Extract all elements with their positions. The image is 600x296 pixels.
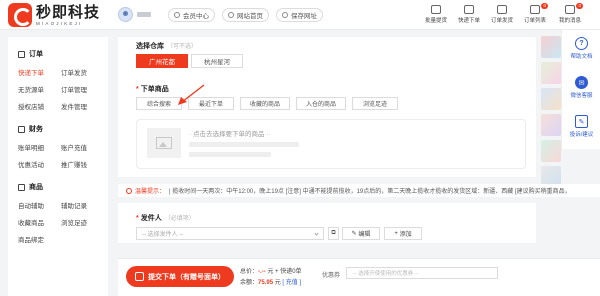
notice-text: | 揽收时间一天两次：中午12:00，晚上19点 [注意] 中通不能提前揽收，1… xyxy=(169,189,571,195)
bookmark-icon xyxy=(282,12,288,18)
info-icon xyxy=(126,187,132,194)
brand-subtitle: MIAOJIKEJI xyxy=(36,21,83,26)
recommend-thumb[interactable] xyxy=(541,36,561,58)
sidebar-item-auto-assist[interactable]: 自动辅助 xyxy=(18,200,44,210)
nav-home[interactable]: 网站首页 xyxy=(222,8,269,22)
sidebar-item-no-source[interactable]: 无货源单 xyxy=(18,84,44,94)
sidebar-item-order-manage[interactable]: 订单管理 xyxy=(61,84,87,94)
sidebar-item-favorites[interactable]: 收藏商品 xyxy=(18,217,44,227)
batch-icon xyxy=(431,5,441,14)
product-icon xyxy=(18,183,25,191)
placeholder-line xyxy=(189,142,299,147)
notice-bar: 温馨提示： | 揽收时间一天两次：中午12:00，晚上19点 [注意] 中通不能… xyxy=(118,184,600,197)
tab-warehoused-products[interactable]: 入仓的商品 xyxy=(296,97,346,110)
product-label: * 下单商品 xyxy=(136,86,169,93)
sidebar-item-express-order[interactable]: 快递下单 xyxy=(18,67,44,77)
total-price: 总价：-.-- 元 + 快递0单 xyxy=(240,269,302,275)
warehouse-option-hangzhou[interactable]: 杭州星河 xyxy=(191,54,243,68)
sender-select[interactable]: -- 选择发件人 -- xyxy=(136,227,324,240)
sidebar-section-finance: 财务 xyxy=(18,124,43,134)
add-sender-button[interactable]: + 添加 xyxy=(384,227,422,240)
product-select-box[interactable]: · 点击去选择要下单的商品 · xyxy=(136,119,526,169)
coupon-label: 优惠券 xyxy=(322,273,341,279)
wechat-service-button[interactable]: ✉ 微信客服 xyxy=(562,76,600,99)
product-select-hint: · 点击去选择要下单的商品 · xyxy=(189,131,269,138)
product-image-placeholder xyxy=(147,128,181,158)
sidebar-item-order-ship[interactable]: 订单发货 xyxy=(61,67,87,77)
recommend-thumb[interactable] xyxy=(541,140,561,162)
image-icon xyxy=(156,137,172,149)
recommend-thumb[interactable] xyxy=(541,62,561,84)
submit-bar: 提交下单（有赠号面单） 总价：-.-- 元 + 快递0单 余额：75.95 元 … xyxy=(118,258,600,296)
sidebar-item-product-binding[interactable]: 商品绑定 xyxy=(18,234,44,244)
sidebar-item-browse-history[interactable]: 浏览足迹 xyxy=(61,217,87,227)
sidebar-item-sender-manage[interactable]: 发件管理 xyxy=(61,101,87,111)
recommend-thumb[interactable] xyxy=(541,114,561,136)
express-icon xyxy=(464,5,474,14)
edit-icon: ✎ xyxy=(351,231,359,237)
sidebar-item-recharge[interactable]: 账户充值 xyxy=(61,142,87,152)
wechat-icon: ✉ xyxy=(575,76,588,89)
sidebar: 订单 快递下单 订单发货 无货源单 订单管理 授权店铺 发件管理 财务 账单明细… xyxy=(8,37,108,296)
home-icon xyxy=(228,12,234,18)
help-docs-button[interactable]: ? 帮助文档 xyxy=(562,37,600,60)
nav-save-url[interactable]: 保存网址 xyxy=(276,8,323,22)
sidebar-section-orders: 订单 xyxy=(18,49,43,59)
tab-favorite-products[interactable]: 收藏的商品 xyxy=(240,97,290,110)
brand-logo[interactable]: 秒即科技 MIAOJIKEJI xyxy=(8,3,100,27)
feedback-button[interactable]: ✎ 投诉/建议 xyxy=(562,115,600,138)
sidebar-item-referral[interactable]: 推广赚钱 xyxy=(61,159,87,169)
tool-batch-pickup[interactable]: 批量提货 xyxy=(422,3,450,27)
order-icon xyxy=(18,50,25,58)
floating-toolbar: ? 帮助文档 ✉ 微信客服 ✎ 投诉/建议 xyxy=(561,30,600,149)
copy-sender-button[interactable]: ⧉ xyxy=(328,227,339,240)
recharge-link[interactable]: [ 充值 ] xyxy=(282,280,301,286)
edit-sender-button[interactable]: ✎ 编辑 xyxy=(342,227,380,240)
tool-order-ship[interactable]: 订单发货 xyxy=(488,3,516,27)
logo-mark-icon xyxy=(8,3,32,27)
help-icon: ? xyxy=(575,37,588,50)
finance-icon xyxy=(18,125,25,133)
chevron-down-icon xyxy=(314,231,319,236)
avatar[interactable] xyxy=(118,7,133,22)
placeholder-line xyxy=(189,152,271,157)
brand-name: 秒即科技 xyxy=(36,3,101,21)
tab-browse-history[interactable]: 浏览足迹 xyxy=(352,97,398,110)
top-header: 秒即科技 MIAOJIKEJI 会员中心 网站首页 保存网址 批量提货 快递下单… xyxy=(0,0,600,30)
member-icon xyxy=(174,12,180,18)
pointer-arrow-icon xyxy=(178,84,205,105)
nav-member-center[interactable]: 会员中心 xyxy=(168,8,215,22)
ship-icon xyxy=(497,5,507,14)
copy-icon: ⧉ xyxy=(331,230,336,236)
tool-express-order[interactable]: 快递下单 xyxy=(455,3,483,27)
order-count-badge: 0 xyxy=(541,3,548,9)
user-name-redacted xyxy=(137,12,151,17)
sidebar-item-promotions[interactable]: 优惠活动 xyxy=(18,159,44,169)
warehouse-option-guangzhou[interactable]: 广州花都 xyxy=(136,54,188,68)
message-icon xyxy=(565,5,575,14)
sender-card: * 发件人 （必填项） -- 选择发件人 -- ⧉ ✎ 编辑 + 添加 xyxy=(118,203,536,243)
tool-order-list[interactable]: 0 订单列表 xyxy=(521,3,549,27)
recommend-thumb[interactable] xyxy=(541,88,561,110)
sidebar-item-assist-log[interactable]: 辅助记录 xyxy=(61,200,87,210)
warehouse-label: 选择仓库 （可不选） xyxy=(136,43,198,50)
message-count-badge: 0 xyxy=(576,3,583,9)
sidebar-section-products: 商品 xyxy=(18,182,43,192)
feedback-icon: ✎ xyxy=(575,115,588,128)
sender-label: * 发件人 （必填项） xyxy=(136,215,195,222)
submit-icon xyxy=(135,272,144,281)
account-balance: 余额：75.95 元 [ 充值 ] xyxy=(240,280,302,286)
sidebar-item-bill-detail[interactable]: 账单明细 xyxy=(18,142,44,152)
coupon-select[interactable]: -- 选择开使使用的优惠券 -- xyxy=(346,267,498,279)
order-form-card: 选择仓库 （可不选） 广州花都 杭州星河 * 下单商品 综合搜索 最近下单 收藏的商… xyxy=(118,37,536,177)
submit-order-button[interactable]: 提交下单（有赠号面单） xyxy=(126,266,234,287)
tool-my-messages[interactable]: 0 我的消息 xyxy=(556,3,584,27)
list-icon xyxy=(530,5,540,14)
sidebar-item-authorized-shops[interactable]: 授权店铺 xyxy=(18,101,44,111)
recommend-strip xyxy=(538,30,562,190)
